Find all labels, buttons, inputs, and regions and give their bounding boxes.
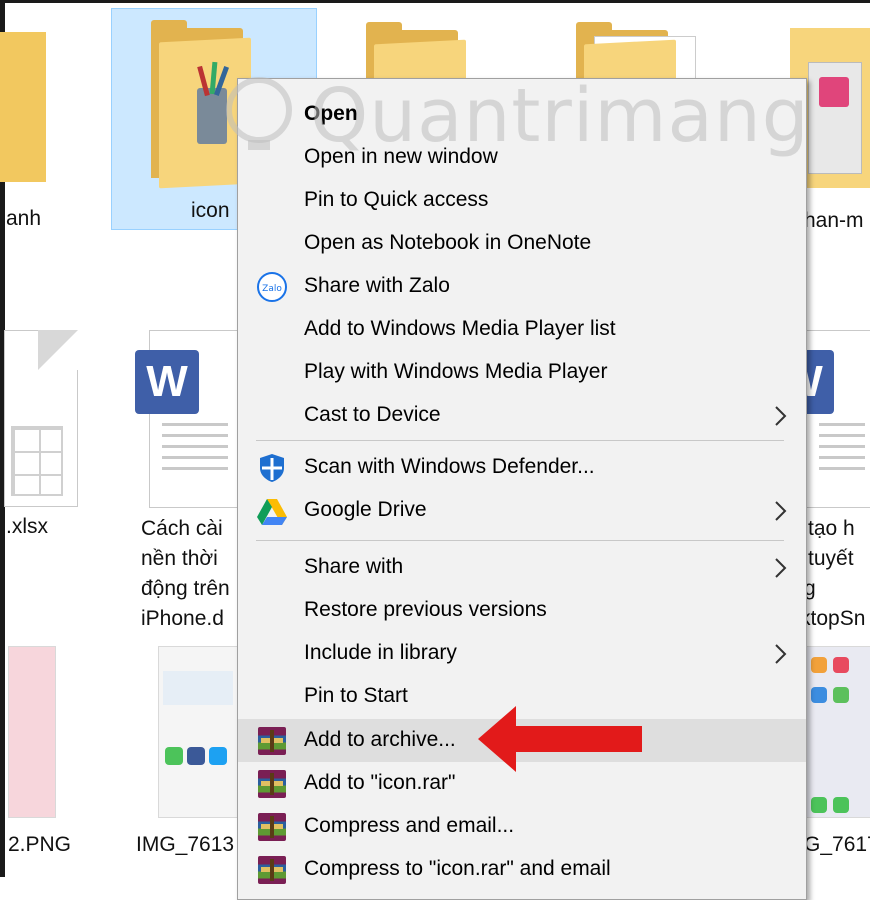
chevron-right-icon (775, 501, 787, 521)
menu-item-restore-versions[interactable]: Restore previous versions (238, 589, 806, 632)
window-top-border (0, 0, 870, 3)
menu-item-add-wmp-list[interactable]: Add to Windows Media Player list (238, 308, 806, 351)
menu-item-google-drive[interactable]: Google Drive (238, 489, 806, 532)
menu-item-cast-to-device[interactable]: Cast to Device (238, 394, 806, 437)
folder-label: icon (191, 199, 230, 222)
menu-item-label: Compress and email... (304, 814, 515, 837)
menu-item-label: Pin to Quick access (304, 188, 489, 211)
word-doc-item-right[interactable]: W tạo h tuyết g ktopSn (770, 330, 870, 630)
image-thumbnail (158, 646, 240, 818)
context-menu: Open Open in new window Pin to Quick acc… (237, 78, 807, 900)
menu-item-include-library[interactable]: Include in library (238, 632, 806, 675)
chevron-right-icon (775, 406, 787, 426)
file-label: .xlsx (6, 515, 48, 538)
menu-item-open-new-window[interactable]: Open in new window (238, 136, 806, 179)
menu-item-open-onenote[interactable]: Open as Notebook in OneNote (238, 222, 806, 265)
folder-item-4[interactable] (570, 12, 700, 191)
file-label-line-2: nền thời (141, 547, 218, 570)
menu-separator (256, 440, 784, 441)
menu-item-label: Play with Windows Media Player (304, 360, 608, 383)
word-doc-item-left[interactable]: W Cách cài nền thời động trên iPhone.d (132, 330, 242, 630)
img-7617-item[interactable]: G_7617 (800, 646, 870, 866)
file-label-line-3: động trên (141, 577, 230, 600)
file-installer-icon (808, 62, 862, 174)
image-thumbnail (804, 646, 870, 818)
file-label: IMG_7613 (136, 833, 235, 856)
chevron-right-icon (775, 558, 787, 578)
google-drive-icon (256, 495, 288, 527)
menu-separator (256, 540, 784, 541)
menu-item-label: Restore previous versions (304, 598, 547, 621)
menu-item-label: Compress to "icon.rar" and email (304, 857, 611, 880)
menu-item-label: Scan with Windows Defender... (304, 455, 595, 478)
winrar-icon (258, 856, 286, 884)
file-label-line-1: Cách cài (141, 517, 223, 540)
file-label: 2.PNG (8, 833, 72, 856)
menu-item-pin-quick-access[interactable]: Pin to Quick access (238, 179, 806, 222)
zalo-icon-text: Zalo (262, 284, 282, 294)
menu-item-label: Google Drive (304, 498, 427, 521)
brush-jar-icon (197, 88, 227, 144)
xlsx-file-item[interactable]: .xlsx (0, 328, 90, 548)
menu-item-label: Add to "icon.rar" (304, 771, 456, 794)
winrar-icon (258, 813, 286, 841)
menu-item-label: Open as Notebook in OneNote (304, 231, 592, 254)
menu-item-compress-icon-rar-email[interactable]: Compress to "icon.rar" and email (238, 848, 806, 891)
folder-icon (0, 32, 46, 182)
file-label-line-1: tạo h (808, 517, 855, 540)
menu-item-open[interactable]: Open (238, 93, 806, 136)
menu-item-label: Share with (304, 555, 404, 578)
winrar-icon (258, 727, 286, 755)
file-label-line-4: iPhone.d (141, 607, 224, 630)
menu-item-label: Share with Zalo (304, 274, 450, 297)
menu-item-label: Add to archive... (304, 728, 456, 751)
image-thumbnail (8, 646, 56, 818)
word-badge-icon: W (135, 350, 199, 414)
menu-item-play-wmp[interactable]: Play with Windows Media Player (238, 351, 806, 394)
zalo-icon: Zalo (256, 271, 288, 303)
windows-defender-icon (256, 452, 288, 484)
file-label-line-2: tuyết (808, 547, 854, 570)
menu-item-label: Include in library (304, 641, 457, 664)
red-pointer-arrow-icon (478, 706, 642, 772)
file-label-line-4: ktopSn (800, 607, 866, 630)
img-7613-item[interactable]: IMG_7613 (134, 646, 244, 866)
menu-item-scan-defender[interactable]: Scan with Windows Defender... (238, 446, 806, 489)
folder-label: anh (6, 207, 42, 230)
menu-item-label: Open in new window (304, 145, 498, 168)
menu-item-label: Add to Windows Media Player list (304, 317, 616, 340)
folder-item-left[interactable]: anh (0, 10, 60, 230)
winrar-icon (258, 770, 286, 798)
menu-item-share-with[interactable]: Share with (238, 546, 806, 589)
menu-item-label: Pin to Start (304, 684, 408, 707)
menu-item-compress-email[interactable]: Compress and email... (238, 805, 806, 848)
chevron-right-icon (775, 644, 787, 664)
menu-item-share-zalo[interactable]: Zalo Share with Zalo (238, 265, 806, 308)
spreadsheet-file-icon (4, 330, 78, 507)
menu-item-label: Open (304, 102, 358, 125)
folder-item-3[interactable] (360, 12, 470, 191)
folder-label: han-m (804, 209, 864, 232)
file-label: G_7617 (804, 833, 870, 856)
menu-item-label: Cast to Device (304, 403, 441, 426)
png-file-item[interactable]: 2.PNG (0, 646, 80, 866)
